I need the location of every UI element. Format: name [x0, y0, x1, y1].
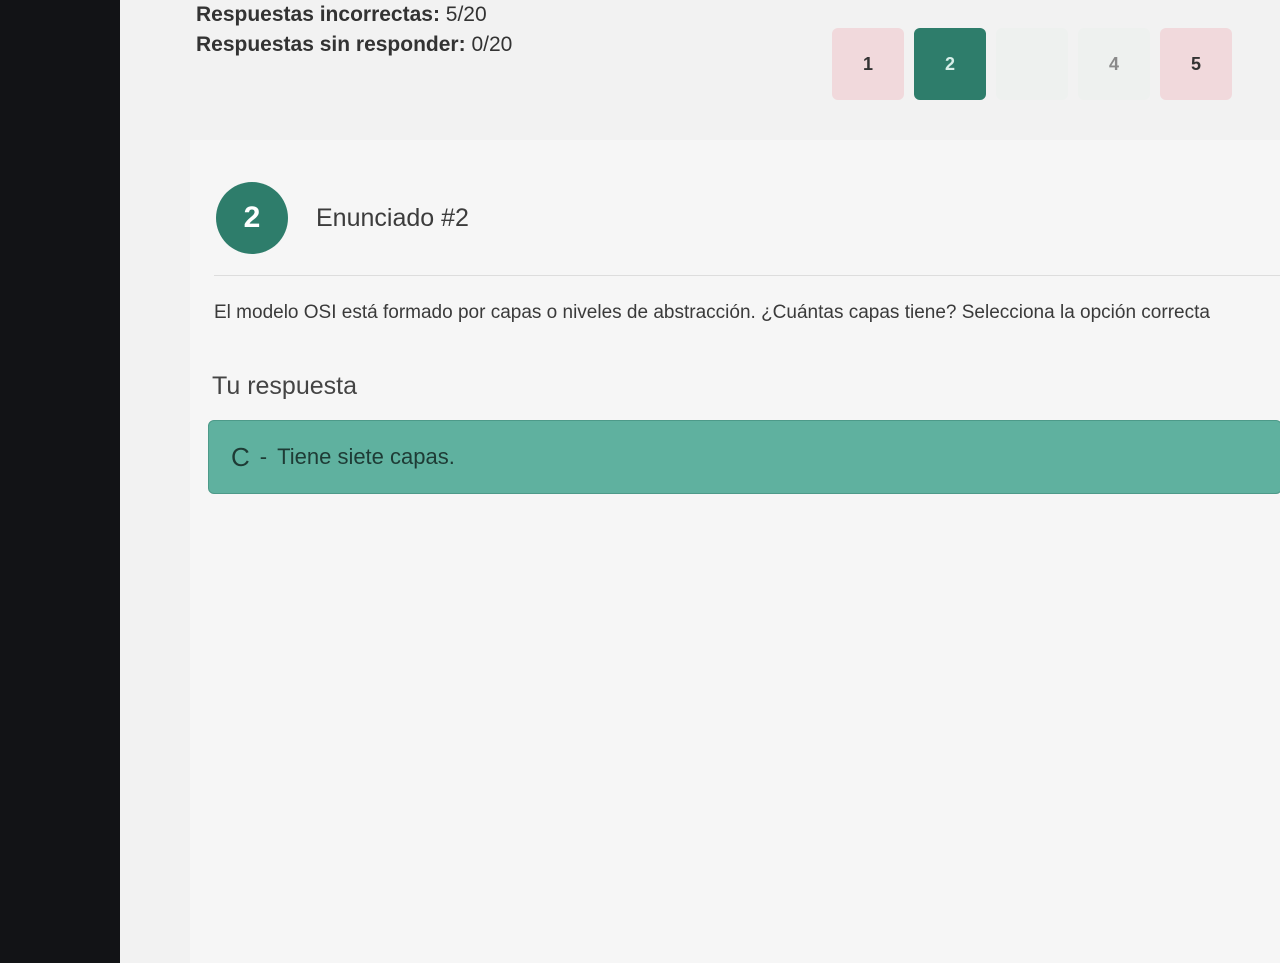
- question-header: 2 Enunciado #2: [216, 182, 469, 254]
- answer-text: Tiene siete capas.: [277, 444, 455, 469]
- unanswered-label: Respuestas sin responder:: [196, 33, 466, 56]
- page-button-1[interactable]: 1: [832, 28, 904, 100]
- results-summary: Respuestas incorrectas: 5/20 Respuestas …: [196, 0, 512, 60]
- page-button-2[interactable]: 2: [914, 28, 986, 100]
- selected-answer: C - Tiene siete capas.: [208, 420, 1280, 494]
- question-pager: 1 2 4 5: [832, 28, 1232, 100]
- page-button-3[interactable]: [996, 28, 1068, 100]
- page-button-4[interactable]: 4: [1078, 28, 1150, 100]
- question-text: El modelo OSI está formado por capas o n…: [214, 302, 1210, 323]
- answer-separator: -: [259, 444, 268, 469]
- unanswered-value: 0/20: [471, 33, 513, 56]
- answer-label: Tu respuesta: [212, 372, 357, 400]
- question-number-badge: 2: [216, 182, 288, 254]
- incorrect-answers-row: Respuestas incorrectas: 5/20: [196, 0, 512, 30]
- page-button-5[interactable]: 5: [1160, 28, 1232, 100]
- question-title: Enunciado #2: [316, 203, 469, 232]
- quiz-results-screen: Respuestas incorrectas: 5/20 Respuestas …: [120, 0, 1280, 963]
- incorrect-answers-label: Respuestas incorrectas:: [196, 3, 440, 26]
- unanswered-row: Respuestas sin responder: 0/20: [196, 30, 512, 60]
- divider: [214, 275, 1280, 276]
- incorrect-answers-value: 5/20: [445, 3, 487, 26]
- question-card: 2 Enunciado #2 El modelo OSI está formad…: [190, 140, 1280, 963]
- answer-letter: C: [231, 441, 250, 472]
